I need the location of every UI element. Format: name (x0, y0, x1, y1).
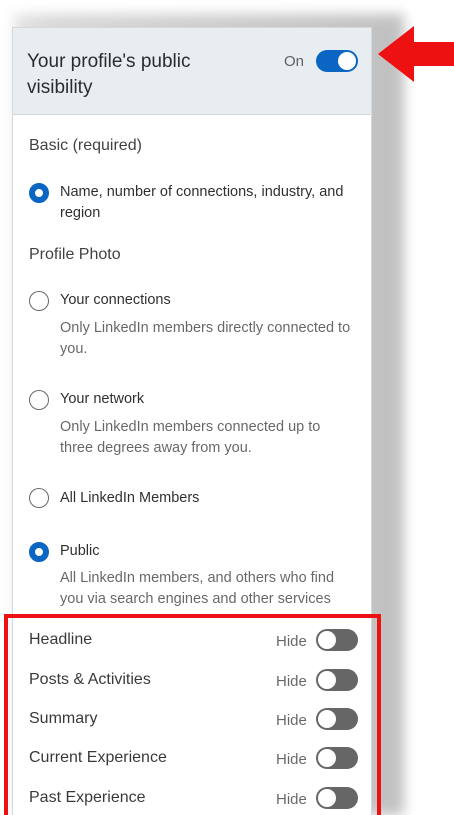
current-experience-field-label: Current Experience (29, 749, 167, 766)
headline-field-label: Headline (29, 631, 93, 648)
profile-photo-connections-label: Your connections (60, 292, 171, 308)
profile-photo-section-label: Profile Photo (29, 246, 121, 263)
page-title: Your profile's public visibility (27, 51, 191, 98)
toggle-knob (338, 52, 356, 70)
profile-photo-all-members-radio[interactable] (29, 488, 49, 508)
screenshot-stage: Your profile's public visibility On Basi… (0, 0, 454, 815)
summary-field-label: Summary (29, 710, 98, 727)
basic-info-option-label: Name, number of connections, industry, a… (60, 184, 344, 221)
profile-photo-connections-radio[interactable] (29, 291, 49, 311)
past-experience-field-label: Past Experience (29, 789, 146, 806)
public-visibility-header: Your profile's public visibility On (13, 28, 371, 115)
toggle-knob (318, 710, 336, 728)
toggle-knob (318, 631, 336, 649)
basic-info-radio[interactable] (29, 183, 49, 203)
posts-activities-visibility-toggle[interactable] (316, 669, 358, 691)
annotation-arrow-icon (378, 26, 454, 82)
summary-hide-label: Hide (276, 712, 307, 729)
toggle-knob (318, 789, 336, 807)
toggle-knob (318, 671, 336, 689)
current-experience-hide-label: Hide (276, 751, 307, 768)
profile-photo-public-description: All LinkedIn members, and others who fin… (60, 570, 335, 607)
summary-visibility-toggle[interactable] (316, 708, 358, 730)
basic-section-label: Basic (required) (29, 137, 142, 154)
profile-photo-network-description: Only LinkedIn members connected up to th… (60, 419, 321, 456)
profile-photo-network-radio[interactable] (29, 390, 49, 410)
visibility-state-label: On (284, 53, 305, 70)
profile-photo-public-radio[interactable] (29, 542, 49, 562)
past-experience-hide-label: Hide (276, 791, 307, 808)
profile-photo-network-label: Your network (60, 391, 145, 407)
profile-photo-all-members-label: All LinkedIn Members (60, 490, 200, 506)
public-visibility-toggle[interactable] (316, 50, 358, 72)
profile-photo-public-label: Public (60, 543, 100, 559)
posts-activities-hide-label: Hide (276, 673, 307, 690)
posts-activities-field-label: Posts & Activities (29, 671, 151, 688)
headline-visibility-toggle[interactable] (316, 629, 358, 651)
toggle-knob (318, 749, 336, 767)
current-experience-visibility-toggle[interactable] (316, 747, 358, 769)
profile-photo-connections-description: Only LinkedIn members directly connected… (60, 320, 351, 357)
past-experience-visibility-toggle[interactable] (316, 787, 358, 809)
visibility-settings-panel: Your profile's public visibility On Basi… (12, 27, 372, 815)
headline-hide-label: Hide (276, 633, 307, 650)
